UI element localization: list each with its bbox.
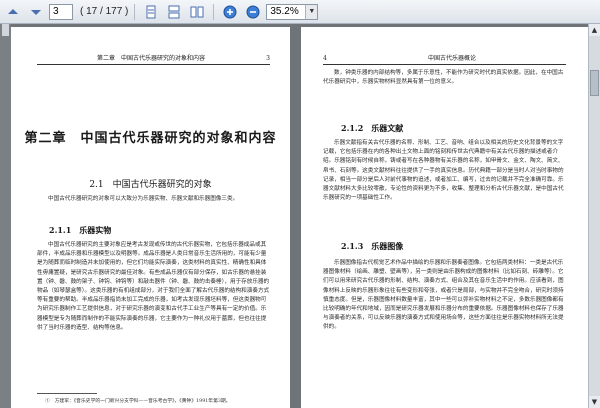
zoom-level-select[interactable]: 35.2% ▼ <box>266 3 319 20</box>
body-paragraph: 乐器图像指古代视觉艺术作品中描绘的乐器和乐器奏者图像。它包括两类材料：一类是古代… <box>323 260 564 331</box>
toolbar-separator <box>134 3 136 20</box>
side-panel-tab[interactable] <box>2 24 9 36</box>
document-page-right: 4 中国古代乐器概论 数，钟类乐器的内部结构等，多属于乐意性，不能作为研究时代的… <box>301 27 588 408</box>
page-number: 3 <box>266 55 270 62</box>
toolbar-separator <box>213 3 215 20</box>
page-number-input[interactable]: 3 <box>49 3 73 20</box>
subsection-title: 2.1.2 乐器文献 <box>341 123 404 133</box>
page-count-label: ( 17 / 177 ) <box>80 6 129 17</box>
body-paragraph: 乐器文献指有关古代乐器的名称、形制、工艺、音响、组合以及相关的历史文化背景等的文… <box>323 140 564 202</box>
zoom-dropdown-arrow-icon[interactable]: ▼ <box>305 4 318 19</box>
page-up-icon[interactable] <box>3 3 23 21</box>
zoom-out-icon[interactable] <box>243 3 263 21</box>
continuous-view-icon[interactable] <box>164 3 184 21</box>
side-panel-strip <box>0 24 11 408</box>
running-header-title: 第二章 中国古代乐器研究的对象和内容 <box>97 55 206 62</box>
page-number: 4 <box>323 55 327 62</box>
vertical-scrollbar[interactable]: ▲ ▼ <box>588 24 600 408</box>
body-paragraph: 数，钟类乐器的内部结构等，多属于乐意性，不能作为研究时代的真实依据。因此，在中国… <box>323 70 564 86</box>
subsection-title: 2.1.3 乐器图像 <box>341 241 404 251</box>
two-page-view-icon[interactable] <box>187 3 207 21</box>
single-page-view-icon[interactable] <box>141 3 161 21</box>
running-header: 4 中国古代乐器概论 <box>323 53 566 65</box>
running-header: 第二章 中国古代乐器研究的对象和内容 3 <box>37 53 270 65</box>
zoom-level-value: 35.2% <box>270 5 299 17</box>
scrollbar-thumb[interactable] <box>590 70 599 96</box>
toolbar: 3 ( 17 / 177 ) 35.2% ▼ <box>0 0 600 24</box>
document-page-left: 第二章 中国古代乐器研究的对象和内容 3 第二章 中国古代乐器研究的对象和内容 … <box>11 27 290 408</box>
footnote-rule <box>37 393 97 394</box>
scroll-down-icon[interactable]: ▼ <box>589 396 600 408</box>
footnote: ① 方建军：《音乐史学的一门新兴分支学科——音乐考古学》，《黄钟》1991年第3… <box>45 399 231 404</box>
scroll-up-icon[interactable]: ▲ <box>589 24 600 36</box>
body-paragraph: 中国古代乐器研究的主要对象应是考古发现或传世的古代乐器实物，它包括乐器成品或其部… <box>37 242 270 331</box>
section-title: 2.1 中国古代乐器研究的对象 <box>89 180 212 190</box>
subsection-title: 2.1.1 乐器实物 <box>49 225 112 235</box>
intro-paragraph: 中国古代乐器研究的对象可以大致分为乐器实物、乐器文献和乐器图像三类。 <box>48 196 239 202</box>
running-header-title: 中国古代乐器概论 <box>427 55 476 62</box>
chapter-title: 第二章 中国古代乐器研究的对象和内容 <box>24 131 277 146</box>
zoom-in-icon[interactable] <box>220 3 240 21</box>
page-down-icon[interactable] <box>26 3 46 21</box>
